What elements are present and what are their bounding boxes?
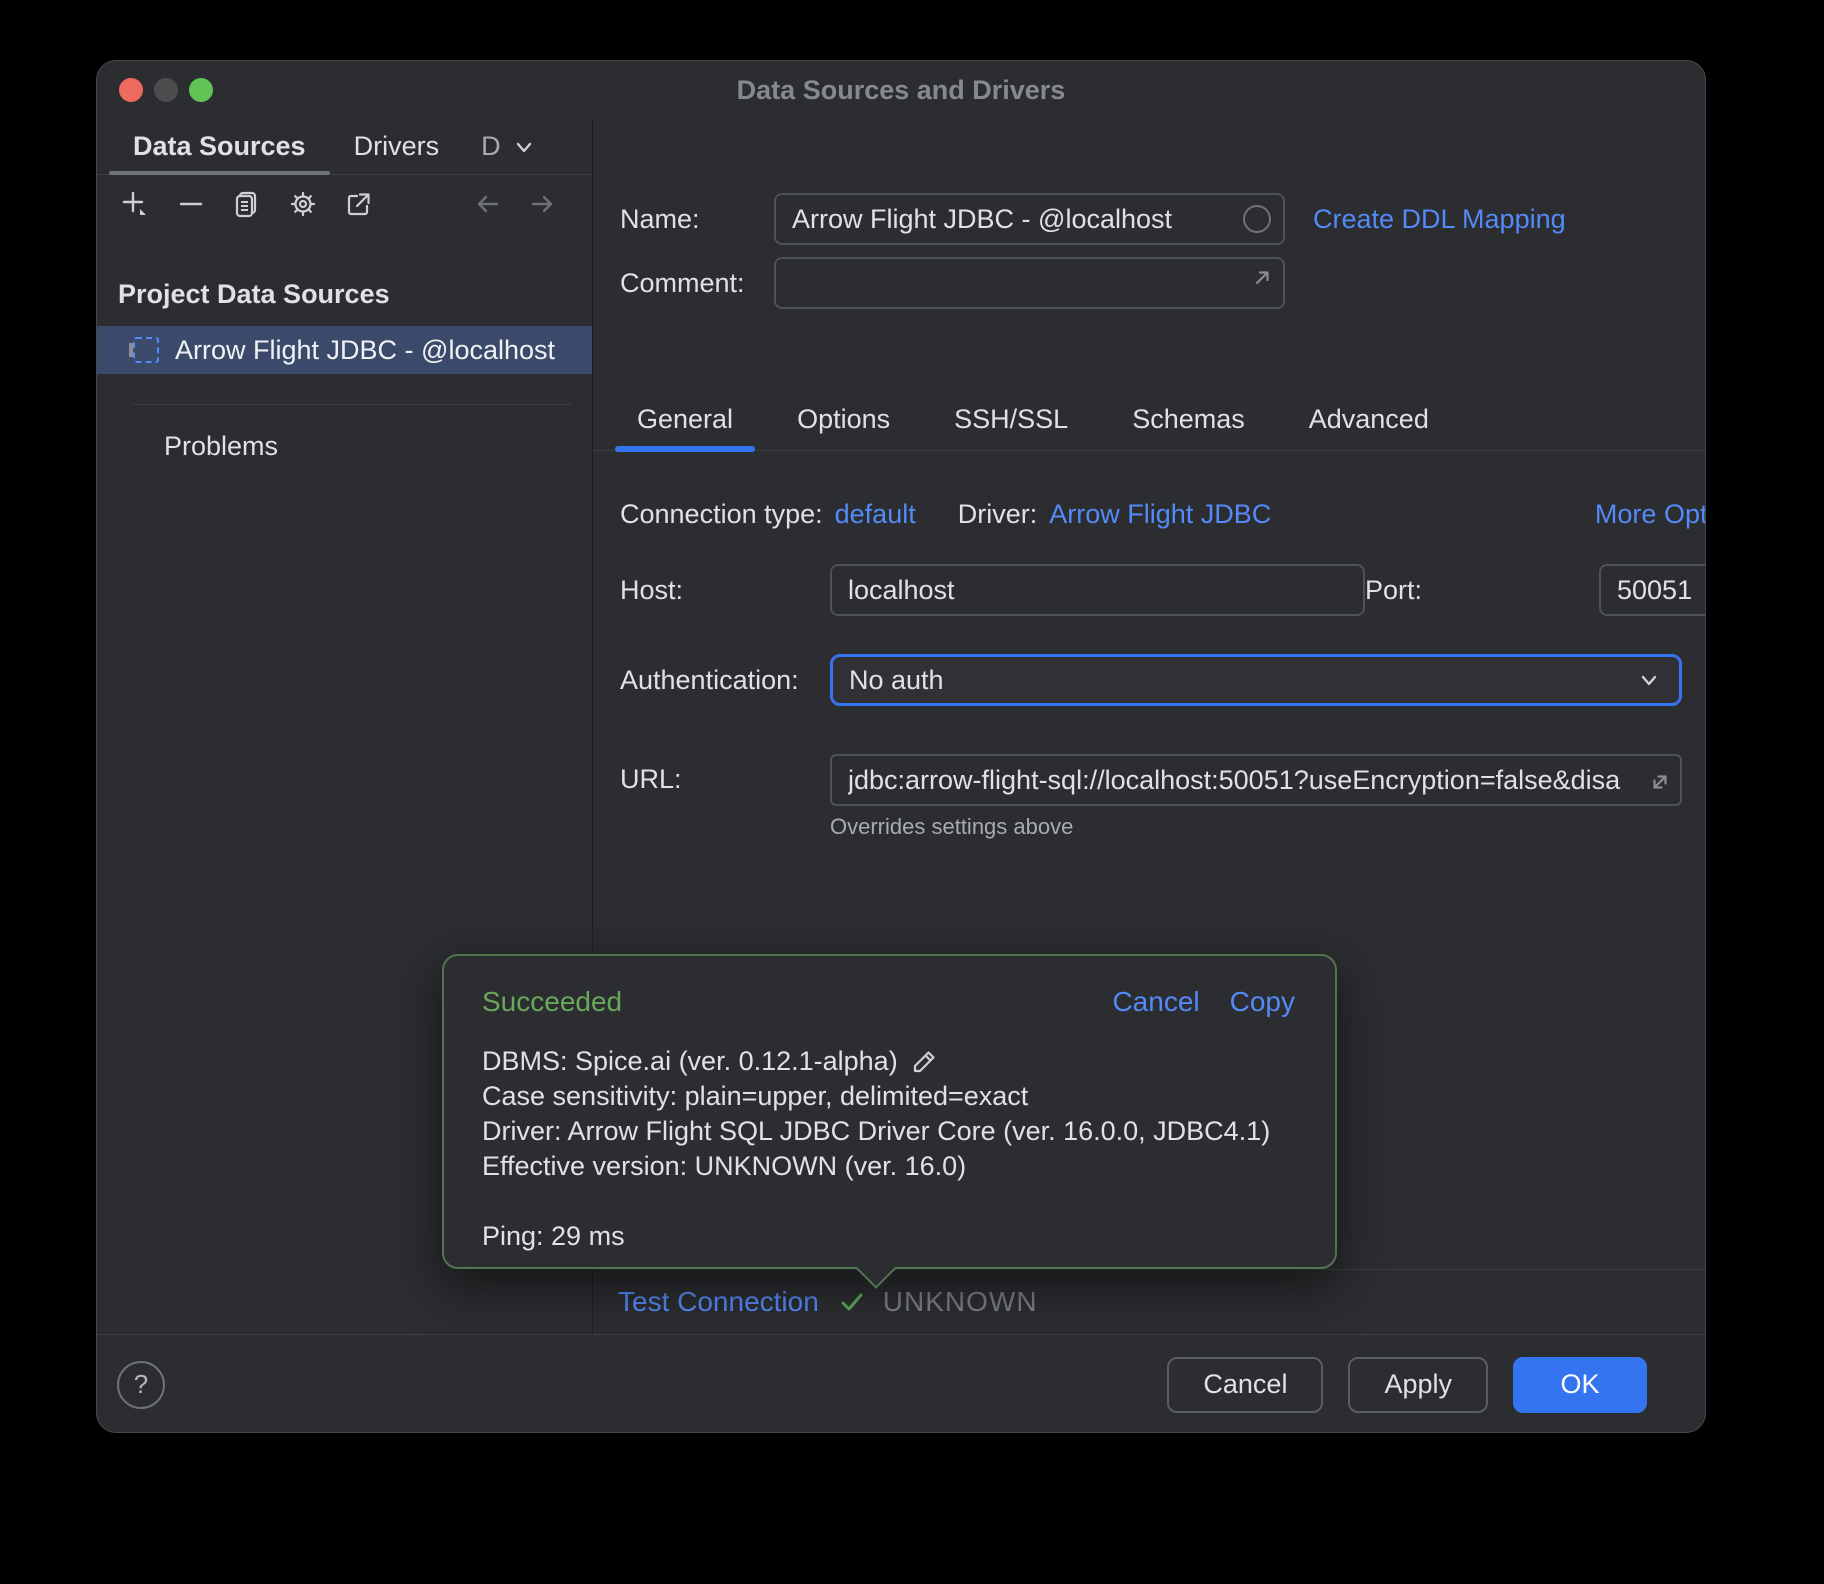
authentication-select[interactable]: No auth [830, 654, 1682, 706]
host-input[interactable]: localhost [830, 564, 1365, 616]
pencil-icon[interactable] [908, 1046, 940, 1078]
name-input[interactable]: Arrow Flight JDBC - @localhost [774, 193, 1285, 245]
popup-dbms-line: DBMS: Spice.ai (ver. 0.12.1-alpha) [482, 1044, 898, 1079]
zoom-window-button[interactable] [189, 78, 213, 102]
titlebar: Data Sources and Drivers [97, 61, 1705, 119]
popup-ping-line: Ping: 29 ms [482, 1219, 1295, 1254]
datasource-icon [133, 337, 159, 363]
name-progress-icon [1243, 205, 1271, 233]
create-ddl-mapping-link[interactable]: Create DDL Mapping [1313, 204, 1566, 235]
tab-data-sources[interactable]: Data Sources [109, 119, 330, 174]
sidebar-toolbar [97, 175, 592, 233]
expand-url-icon[interactable] [1644, 766, 1676, 798]
popup-version-line: Effective version: UNKNOWN (ver. 16.0) [482, 1149, 966, 1184]
more-options-link[interactable]: More Options [1595, 499, 1706, 530]
settings-tabs: General Options SSH/SSL Schemas Advanced [593, 389, 1706, 451]
tab-overflow[interactable]: D [463, 119, 547, 174]
url-label: URL: [620, 764, 830, 795]
port-input[interactable]: 50051 [1599, 564, 1706, 616]
cancel-button[interactable]: Cancel [1167, 1357, 1323, 1413]
test-connection-result-popup: Succeeded Cancel Copy DBMS: Spice.ai (ve… [442, 954, 1337, 1269]
authentication-label: Authentication: [620, 665, 830, 696]
popup-copy-link[interactable]: Copy [1230, 986, 1295, 1018]
comment-label: Comment: [620, 268, 774, 299]
tab-general[interactable]: General [615, 389, 755, 450]
url-input[interactable]: jdbc:arrow-flight-sql://localhost:50051?… [830, 754, 1682, 806]
driver-label: Driver: [958, 499, 1038, 530]
datasource-label: Arrow Flight JDBC - @localhost [175, 335, 555, 366]
name-label: Name: [620, 204, 774, 235]
dialog-footer: ? Cancel Apply OK [97, 1334, 1705, 1433]
duplicate-icon[interactable] [231, 188, 263, 220]
sidebar-item-problems[interactable]: Problems [97, 431, 592, 462]
help-button[interactable]: ? [117, 1361, 165, 1409]
driver-value-link[interactable]: Arrow Flight JDBC [1049, 499, 1271, 530]
data-sources-dialog: Data Sources and Drivers Data Sources Dr… [96, 60, 1706, 1433]
test-status-text: UNKNOWN [883, 1286, 1038, 1318]
apply-button[interactable]: Apply [1348, 1357, 1488, 1413]
gear-icon[interactable] [287, 188, 319, 220]
connection-type-label: Connection type: [620, 499, 823, 530]
close-window-button[interactable] [119, 78, 143, 102]
comment-input[interactable] [774, 257, 1285, 309]
project-data-sources-header: Project Data Sources [97, 279, 592, 310]
expand-comment-icon[interactable] [1245, 265, 1275, 295]
minimize-window-button[interactable] [154, 78, 178, 102]
sidebar-item-arrow-flight-jdbc[interactable]: Arrow Flight JDBC - @localhost [97, 326, 592, 374]
forward-icon[interactable] [526, 188, 558, 220]
tab-schemas[interactable]: Schemas [1110, 389, 1267, 450]
tab-options[interactable]: Options [775, 389, 912, 450]
tab-drivers[interactable]: Drivers [330, 119, 464, 174]
remove-icon[interactable] [175, 188, 207, 220]
sidebar-tabs: Data Sources Drivers D [97, 119, 592, 175]
success-check-icon [835, 1285, 869, 1319]
tab-advanced[interactable]: Advanced [1287, 389, 1451, 450]
host-label: Host: [620, 575, 830, 606]
popup-cancel-link[interactable]: Cancel [1112, 986, 1199, 1018]
url-hint: Overrides settings above [830, 814, 1682, 840]
back-icon[interactable] [472, 188, 504, 220]
add-icon[interactable] [119, 188, 151, 220]
popup-driver-line: Driver: Arrow Flight SQL JDBC Driver Cor… [482, 1114, 1270, 1149]
popup-case-line: Case sensitivity: plain=upper, delimited… [482, 1079, 1028, 1114]
open-in-new-icon[interactable] [343, 188, 375, 220]
chevron-down-icon [511, 134, 537, 160]
test-connection-link[interactable]: Test Connection [618, 1286, 819, 1318]
port-label: Port: [1365, 575, 1575, 606]
tab-ssh-ssl[interactable]: SSH/SSL [932, 389, 1090, 450]
ok-button[interactable]: OK [1513, 1357, 1647, 1413]
popup-status: Succeeded [482, 986, 622, 1018]
window-title: Data Sources and Drivers [97, 75, 1705, 106]
chevron-down-icon [1635, 666, 1663, 694]
test-connection-bar: Test Connection UNKNOWN [593, 1269, 1706, 1334]
connection-type-value-link[interactable]: default [835, 499, 916, 530]
sidebar-divider [131, 404, 572, 405]
